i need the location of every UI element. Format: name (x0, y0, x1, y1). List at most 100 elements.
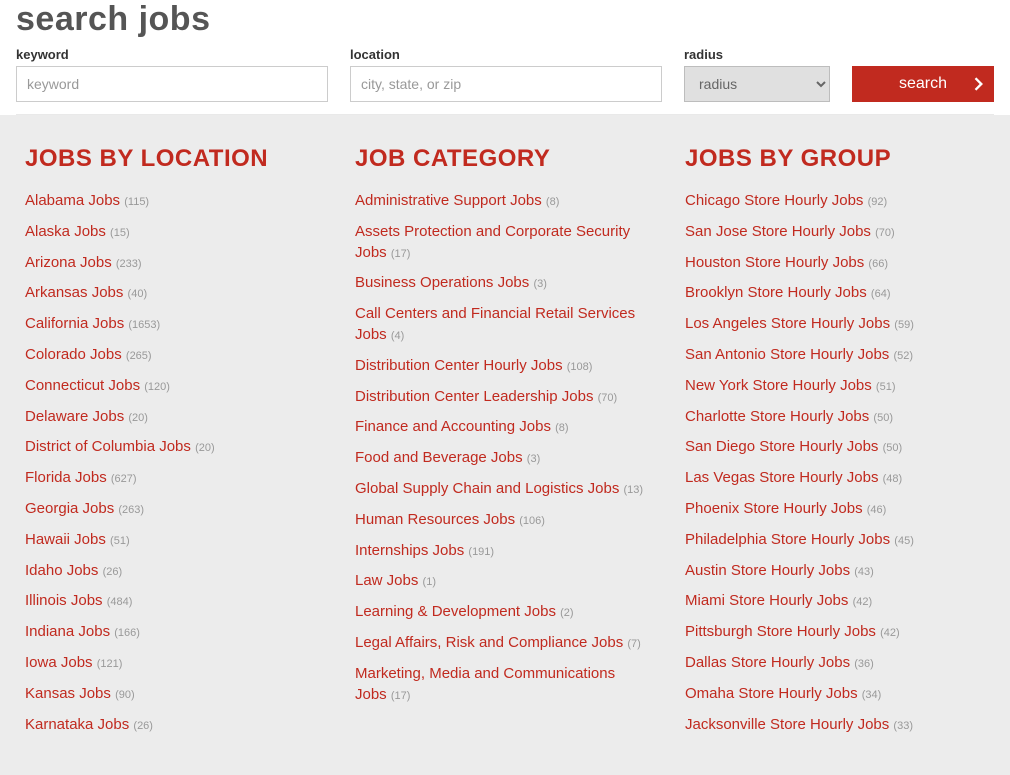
location-job-link[interactable]: Hawaii Jobs (25, 531, 110, 548)
location-job-link[interactable]: Arkansas Jobs (25, 284, 128, 301)
item-count: (26) (133, 720, 153, 732)
list-item: Business Operations Jobs (3) (355, 273, 647, 294)
list-item: Administrative Support Jobs (8) (355, 191, 647, 212)
item-count: (121) (97, 658, 123, 670)
location-job-link[interactable]: Karnataka Jobs (25, 716, 133, 733)
location-job-link[interactable]: Illinois Jobs (25, 592, 107, 609)
location-job-link[interactable]: Indiana Jobs (25, 623, 114, 640)
category-job-link[interactable]: Finance and Accounting Jobs (355, 418, 555, 435)
category-job-link[interactable]: Human Resources Jobs (355, 511, 519, 528)
item-count: (70) (875, 227, 895, 239)
group-job-link[interactable]: Brooklyn Store Hourly Jobs (685, 284, 871, 301)
radius-select[interactable]: radius (684, 66, 830, 102)
list-item: Legal Affairs, Risk and Compliance Jobs … (355, 633, 647, 654)
category-heading: JOB CATEGORY (355, 145, 647, 173)
item-count: (36) (854, 658, 874, 670)
category-job-link[interactable]: Distribution Center Leadership Jobs (355, 388, 598, 405)
list-item: Jacksonville Store Hourly Jobs (33) (685, 715, 977, 736)
group-job-link[interactable]: Pittsburgh Store Hourly Jobs (685, 623, 880, 640)
list-item: Distribution Center Hourly Jobs (108) (355, 356, 647, 377)
group-job-link[interactable]: Chicago Store Hourly Jobs (685, 192, 868, 209)
list-item: Arkansas Jobs (40) (25, 283, 317, 304)
item-count: (42) (853, 596, 873, 608)
jobs-by-location-column[interactable]: JOBS BY LOCATION Alabama Jobs (115)Alask… (25, 145, 325, 745)
item-count: (1653) (128, 319, 160, 331)
category-job-link[interactable]: Administrative Support Jobs (355, 192, 546, 209)
radius-field: radius radius (684, 47, 830, 102)
group-job-link[interactable]: Las Vegas Store Hourly Jobs (685, 469, 883, 486)
location-job-link[interactable]: Alaska Jobs (25, 223, 110, 240)
item-count: (3) (527, 453, 540, 465)
list-item: Human Resources Jobs (106) (355, 510, 647, 531)
jobs-by-group-column[interactable]: JOBS BY GROUP Chicago Store Hourly Jobs … (685, 145, 985, 745)
location-job-link[interactable]: Alabama Jobs (25, 192, 124, 209)
search-button[interactable]: search (852, 66, 994, 102)
group-job-link[interactable]: Miami Store Hourly Jobs (685, 592, 853, 609)
group-job-link[interactable]: Austin Store Hourly Jobs (685, 562, 854, 579)
item-count: (50) (883, 442, 903, 454)
location-job-link[interactable]: Georgia Jobs (25, 500, 118, 517)
item-count: (51) (876, 381, 896, 393)
group-job-link[interactable]: Dallas Store Hourly Jobs (685, 654, 854, 671)
list-item: Dallas Store Hourly Jobs (36) (685, 653, 977, 674)
location-job-link[interactable]: District of Columbia Jobs (25, 438, 195, 455)
category-job-link[interactable]: Global Supply Chain and Logistics Jobs (355, 480, 624, 497)
radius-label: radius (684, 47, 830, 62)
group-job-link[interactable]: San Diego Store Hourly Jobs (685, 438, 883, 455)
group-heading: JOBS BY GROUP (685, 145, 977, 173)
group-job-link[interactable]: Charlotte Store Hourly Jobs (685, 408, 873, 425)
list-item: Omaha Store Hourly Jobs (34) (685, 684, 977, 705)
list-item: Finance and Accounting Jobs (8) (355, 417, 647, 438)
location-job-link[interactable]: Idaho Jobs (25, 562, 103, 579)
location-job-link[interactable]: Connecticut Jobs (25, 377, 144, 394)
category-job-link[interactable]: Law Jobs (355, 572, 423, 589)
group-job-link[interactable]: Houston Store Hourly Jobs (685, 254, 868, 271)
item-count: (15) (110, 227, 130, 239)
chevron-right-icon (974, 79, 984, 89)
item-count: (17) (391, 690, 411, 702)
location-job-link[interactable]: Kansas Jobs (25, 685, 115, 702)
group-job-link[interactable]: New York Store Hourly Jobs (685, 377, 876, 394)
group-job-link[interactable]: Philadelphia Store Hourly Jobs (685, 531, 894, 548)
group-job-link[interactable]: Omaha Store Hourly Jobs (685, 685, 862, 702)
location-job-link[interactable]: Florida Jobs (25, 469, 111, 486)
list-item: Iowa Jobs (121) (25, 653, 317, 674)
list-item: Houston Store Hourly Jobs (66) (685, 253, 977, 274)
category-job-link[interactable]: Legal Affairs, Risk and Compliance Jobs (355, 634, 627, 651)
category-job-link[interactable]: Food and Beverage Jobs (355, 449, 527, 466)
list-item: Austin Store Hourly Jobs (43) (685, 561, 977, 582)
group-job-link[interactable]: San Jose Store Hourly Jobs (685, 223, 875, 240)
list-item: Distribution Center Leadership Jobs (70) (355, 387, 647, 408)
list-item: Learning & Development Jobs (2) (355, 602, 647, 623)
item-count: (59) (894, 319, 914, 331)
location-input[interactable] (350, 66, 662, 102)
category-list: Administrative Support Jobs (8)Assets Pr… (355, 191, 647, 705)
item-count: (90) (115, 689, 135, 701)
list-item: Charlotte Store Hourly Jobs (50) (685, 407, 977, 428)
list-item: San Jose Store Hourly Jobs (70) (685, 222, 977, 243)
item-count: (2) (560, 607, 573, 619)
item-count: (20) (195, 442, 215, 454)
location-job-link[interactable]: Delaware Jobs (25, 408, 128, 425)
location-job-link[interactable]: Iowa Jobs (25, 654, 97, 671)
list-item: Idaho Jobs (26) (25, 561, 317, 582)
item-count: (108) (567, 361, 593, 373)
group-job-link[interactable]: Phoenix Store Hourly Jobs (685, 500, 867, 517)
group-job-link[interactable]: Jacksonville Store Hourly Jobs (685, 716, 893, 733)
location-job-link[interactable]: California Jobs (25, 315, 128, 332)
group-job-link[interactable]: Los Angeles Store Hourly Jobs (685, 315, 894, 332)
category-job-link[interactable]: Business Operations Jobs (355, 274, 533, 291)
list-item: Arizona Jobs (233) (25, 253, 317, 274)
location-job-link[interactable]: Arizona Jobs (25, 254, 116, 271)
list-item: Alabama Jobs (115) (25, 191, 317, 212)
category-job-link[interactable]: Learning & Development Jobs (355, 603, 560, 620)
group-job-link[interactable]: San Antonio Store Hourly Jobs (685, 346, 893, 363)
category-job-link[interactable]: Distribution Center Hourly Jobs (355, 357, 567, 374)
job-category-column[interactable]: JOB CATEGORY Administrative Support Jobs… (355, 145, 655, 745)
category-job-link[interactable]: Internships Jobs (355, 542, 468, 559)
columns-container: JOBS BY LOCATION Alabama Jobs (115)Alask… (0, 115, 1010, 775)
keyword-input[interactable] (16, 66, 328, 102)
item-count: (34) (862, 689, 882, 701)
keyword-field: keyword (16, 47, 328, 102)
location-job-link[interactable]: Colorado Jobs (25, 346, 126, 363)
